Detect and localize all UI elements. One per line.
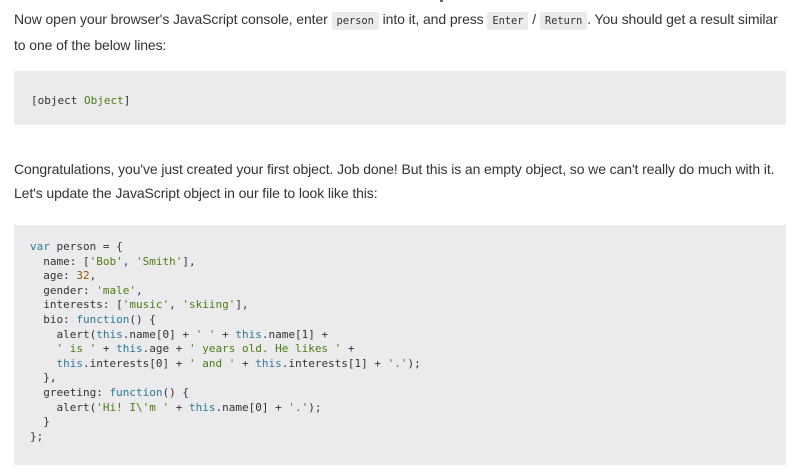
code-token: 'Bob' [89,254,123,268]
code-line: bio: function() { [30,313,786,328]
code-token: 'music' [122,298,170,312]
decorative-dot [440,0,443,2]
code-line: interests: ['music', 'skiing'], [30,298,786,313]
code-line: var person = { [30,240,786,255]
code-token: .name[0] + [215,400,289,414]
code-token: , [122,254,136,268]
code-lines: var person = { name: ['Bob', 'Smith'], a… [30,240,786,444]
code-token: .age + [142,342,189,356]
code-token: () { [129,312,156,326]
code-token: , [89,269,97,283]
code-token: alert( [30,400,97,414]
code-token: + [169,400,189,414]
code-token: }; [30,429,44,443]
code-token: this [255,356,282,370]
paragraph-text: into it, and press [378,11,488,27]
code-token: alert( [30,327,97,341]
code-line: [object Object] [31,94,786,109]
inline-code-return: Return [539,12,588,30]
code-line: this.interests[0] + ' and ' + this.inter… [30,357,786,372]
code-token: , [135,283,143,297]
paragraph-text: Let's update the JavaScript object in ou… [14,185,378,201]
code-token: this [188,400,216,414]
code-line: greeting: function() { [30,386,786,401]
code-line: gender: 'male', [30,284,786,299]
code-token: 32 [76,269,90,283]
paragraph-text: Congratulations, you've just created you… [14,161,775,177]
code-token: , [169,298,183,312]
code-line: }, [30,371,786,386]
code-token: [object [31,94,84,107]
code-token: .name[1] + [261,327,329,341]
code-token: this [56,356,84,370]
inline-code-enter: Enter [487,12,529,30]
code-token: function [76,312,130,326]
code-token: gender: [30,283,97,297]
code-token: ); [308,400,322,414]
code-token: name: [ [30,254,90,268]
code-token: function [109,385,163,399]
code-token: ' and ' [188,356,236,370]
code-token: ); [407,356,421,370]
code-token: bio: [30,312,77,326]
code-token: 'male' [96,283,136,297]
code-token: 'skiing' [182,298,236,312]
inline-code-person: person [331,12,379,30]
code-token: this [96,327,123,341]
code-token: age: [30,269,77,283]
code-token: }, [30,371,57,385]
code-line: alert('Hi! I\'m ' + this.name[0] + '.'); [30,401,786,416]
code-line: name: ['Bob', 'Smith'], [30,255,786,270]
code-token: person = { [49,240,123,253]
result-code-block: [object Object] [14,71,786,125]
code-token: ' is ' [56,342,97,356]
code-token: ], [182,254,196,268]
code-token: } [30,415,50,429]
code-token: + [341,342,355,356]
code-token: ' ' [195,327,216,341]
code-token: + [235,356,256,370]
code-token: .interests[0] + [83,356,189,370]
code-line: alert(this.name[0] + ' ' + this.name[1] … [30,328,786,343]
code-token: '.' [288,400,309,414]
paragraph-text: Now open your browser's JavaScript conso… [14,11,332,27]
code-token: 'Smith' [135,254,183,268]
code-token: ' years old. He likes ' [188,342,342,356]
instruction-paragraph: Now open your browser's JavaScript conso… [14,7,786,57]
code-token: () { [162,385,189,399]
congratulations-paragraph: Congratulations, you've just created you… [14,157,786,205]
code-token: var [30,240,50,253]
paragraph-text: / [528,11,540,27]
code-token: Object [83,94,124,107]
code-token: ], [235,298,249,312]
person-object-code-block: var person = { name: ['Bob', 'Smith'], a… [14,225,786,465]
code-token: '.' [387,356,408,370]
code-line: ' is ' + this.age + ' years old. He like… [30,342,786,357]
code-token: ] [123,94,131,107]
code-token: .interests[1] + [281,356,388,370]
code-token: + [215,327,236,341]
code-line: }; [30,430,786,445]
code-token: this [235,327,262,341]
code-token: greeting: [30,385,110,399]
code-line: } [30,415,786,430]
code-token: .name[0] + [122,327,196,341]
code-token: 'Hi! I\'m ' [96,400,170,414]
code-token: interests: [ [30,298,123,312]
code-line: age: 32, [30,269,786,284]
code-token: + [96,342,117,356]
code-token: this [116,342,143,356]
